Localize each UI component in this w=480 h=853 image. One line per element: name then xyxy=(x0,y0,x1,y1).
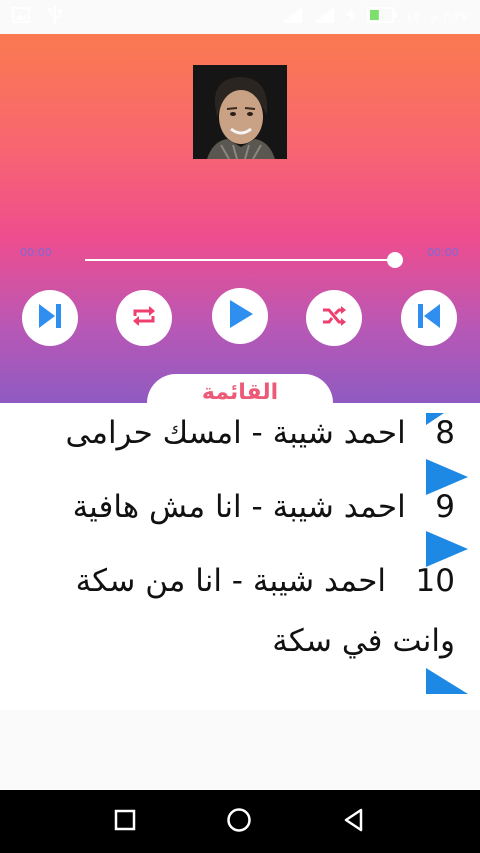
status-right: ٤٢ ٣:٣٧ م xyxy=(281,6,468,28)
song-title: احمد شيبة - انا من سكة xyxy=(75,563,386,599)
image-icon xyxy=(12,7,30,27)
charging-icon xyxy=(345,6,357,28)
play-icon[interactable] xyxy=(426,668,468,698)
recents-icon[interactable] xyxy=(114,809,136,835)
play-button[interactable] xyxy=(212,288,268,344)
clock: ٣:٣٧ م xyxy=(430,9,468,25)
status-bar: ٤٢ ٣:٣٧ م xyxy=(0,0,480,34)
seek-bar[interactable] xyxy=(85,259,397,261)
shuffle-button[interactable] xyxy=(306,290,362,346)
repeat-icon xyxy=(131,304,157,332)
playlist-tab[interactable]: القائمة xyxy=(147,374,333,403)
total-time: 00:00 xyxy=(427,246,459,259)
song-title: احمد شيبة - امسك حرامى xyxy=(65,415,406,451)
skip-next-icon xyxy=(35,301,65,335)
player-panel: 00:00 00:00 القائمة xyxy=(0,34,480,403)
navigation-bar xyxy=(0,790,480,853)
song-number: 9 xyxy=(435,489,455,525)
battery-percent: ٤٢ xyxy=(406,9,421,25)
seek-handle[interactable] xyxy=(387,252,403,268)
signal-icon xyxy=(281,6,303,28)
status-left xyxy=(12,5,62,29)
song-number: 8 xyxy=(435,415,455,451)
album-art xyxy=(193,65,287,159)
skip-previous-button[interactable] xyxy=(401,290,457,346)
skip-previous-icon xyxy=(414,301,444,335)
shuffle-icon xyxy=(321,304,347,332)
current-time: 00:00 xyxy=(20,246,52,259)
song-title: احمد شيبة - انا مش هافية xyxy=(72,489,406,525)
battery-icon xyxy=(366,7,397,27)
signal-icon xyxy=(313,6,335,28)
home-icon[interactable] xyxy=(226,807,252,837)
usb-icon xyxy=(48,5,62,29)
repeat-button[interactable] xyxy=(116,290,172,346)
skip-next-button[interactable] xyxy=(22,290,78,346)
song-list: 8 احمد شيبة - امسك حرامى 9 احمد شيبة - ا… xyxy=(0,403,480,710)
back-icon[interactable] xyxy=(342,808,366,836)
song-number: 10 xyxy=(415,563,455,599)
play-icon xyxy=(225,298,255,334)
song-title-line2: وانت في سكة xyxy=(272,623,455,659)
